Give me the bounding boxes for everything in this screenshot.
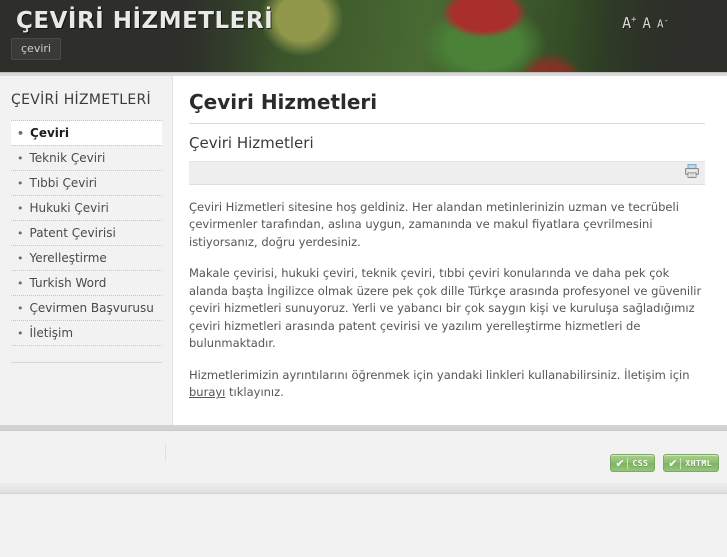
article-toolbar xyxy=(189,161,705,185)
font-size-reset-button[interactable]: A xyxy=(643,17,651,31)
article-title: Çeviri Hizmetleri xyxy=(189,134,314,152)
sidebar-link-tibbi-ceviri[interactable]: Tıbbi Çeviri xyxy=(11,171,162,195)
paragraph-intro: Çeviri Hizmetleri sitesine hoş geldiniz.… xyxy=(189,200,679,249)
sidebar-item-iletisim[interactable]: İletişim xyxy=(11,321,162,346)
paragraph-contact-after: tıklayınız. xyxy=(225,385,284,400)
sidebar-item-teknik-ceviri[interactable]: Teknik Çeviri xyxy=(11,146,162,171)
font-size-increase-button[interactable]: A+ xyxy=(622,16,636,31)
sidebar-item-tibbi-ceviri[interactable]: Tıbbi Çeviri xyxy=(11,171,162,196)
font-size-controls: A+ A A- xyxy=(622,16,669,32)
sidebar-link-hukuki-ceviri[interactable]: Hukuki Çeviri xyxy=(11,196,162,220)
footer-bottom-rule xyxy=(0,483,727,494)
header-tabs: çeviri xyxy=(11,38,61,60)
font-size-decrease-button[interactable]: A- xyxy=(657,17,669,30)
sidebar: ÇEVİRİ HİZMETLERİ Çeviri Teknik Çeviri T… xyxy=(0,76,173,425)
sidebar-item-cevirmen-basvurusu[interactable]: Çevirmen Başvurusu xyxy=(11,296,162,321)
sidebar-item-hukuki-ceviri[interactable]: Hukuki Çeviri xyxy=(11,196,162,221)
page-bottom-area xyxy=(0,494,727,557)
paragraph-contact: Hizmetlerimizin ayrıntılarını öğrenmek i… xyxy=(189,367,705,402)
font-size-increase-sign: + xyxy=(631,15,637,25)
site-header: ÇEVİRİ HİZMETLERİ çeviri A+ A A- xyxy=(0,0,727,72)
sidebar-nav: Çeviri Teknik Çeviri Tıbbi Çeviri Hukuki… xyxy=(11,119,162,346)
checkmark-icon: ✔ xyxy=(665,457,682,469)
footer-divider xyxy=(165,444,166,462)
sidebar-link-ceviri[interactable]: Çeviri xyxy=(11,120,162,145)
body-columns: ÇEVİRİ HİZMETLERİ Çeviri Teknik Çeviri T… xyxy=(0,76,727,425)
paragraph-contact-before: Hizmetlerimizin ayrıntılarını öğrenmek i… xyxy=(189,367,690,382)
xhtml-badge-label: XHTML xyxy=(685,458,712,468)
sidebar-item-turkish-word[interactable]: Turkish Word xyxy=(11,271,162,296)
sidebar-link-turkish-word[interactable]: Turkish Word xyxy=(11,271,162,295)
sidebar-link-yerellestirme[interactable]: Yerelleştirme xyxy=(11,246,162,270)
contact-link[interactable]: burayı xyxy=(189,385,225,399)
css-validation-badge[interactable]: ✔ CSS xyxy=(610,454,656,472)
sidebar-link-iletisim[interactable]: İletişim xyxy=(11,321,162,345)
font-size-increase-label: A xyxy=(622,14,632,32)
page-root: ÇEVİRİ HİZMETLERİ çeviri A+ A A- ÇEVİRİ … xyxy=(0,0,727,557)
paragraph-services: Makale çevirisi, hukuki çeviri, teknik ç… xyxy=(189,266,702,351)
tab-ceviri[interactable]: çeviri xyxy=(11,38,61,60)
site-title: ÇEVİRİ HİZMETLERİ xyxy=(16,8,274,34)
font-size-decrease-sign: - xyxy=(663,16,669,27)
printer-icon[interactable] xyxy=(684,163,700,183)
site-footer: ✔ CSS ✔ XHTML xyxy=(0,431,727,483)
main-content: Çeviri Hizmetleri Çeviri Hizmetleri Çevi… xyxy=(173,76,727,425)
validation-badges: ✔ CSS ✔ XHTML xyxy=(610,454,719,472)
xhtml-validation-badge[interactable]: ✔ XHTML xyxy=(663,454,719,472)
sidebar-title: ÇEVİRİ HİZMETLERİ xyxy=(11,92,151,108)
checkmark-icon: ✔ xyxy=(612,457,629,469)
sidebar-link-cevirmen-basvurusu[interactable]: Çevirmen Başvurusu xyxy=(11,296,162,320)
font-size-decrease-label: A xyxy=(656,18,664,31)
sidebar-link-teknik-ceviri[interactable]: Teknik Çeviri xyxy=(11,146,162,170)
sidebar-item-ceviri[interactable]: Çeviri xyxy=(11,120,162,146)
sidebar-item-yerellestirme[interactable]: Yerelleştirme xyxy=(11,246,162,271)
sidebar-item-patent-cevirisi[interactable]: Patent Çevirisi xyxy=(11,221,162,246)
sidebar-link-patent-cevirisi[interactable]: Patent Çevirisi xyxy=(11,221,162,245)
css-badge-label: CSS xyxy=(632,458,649,468)
sidebar-divider xyxy=(11,361,162,363)
page-title: Çeviri Hizmetleri xyxy=(189,90,705,124)
